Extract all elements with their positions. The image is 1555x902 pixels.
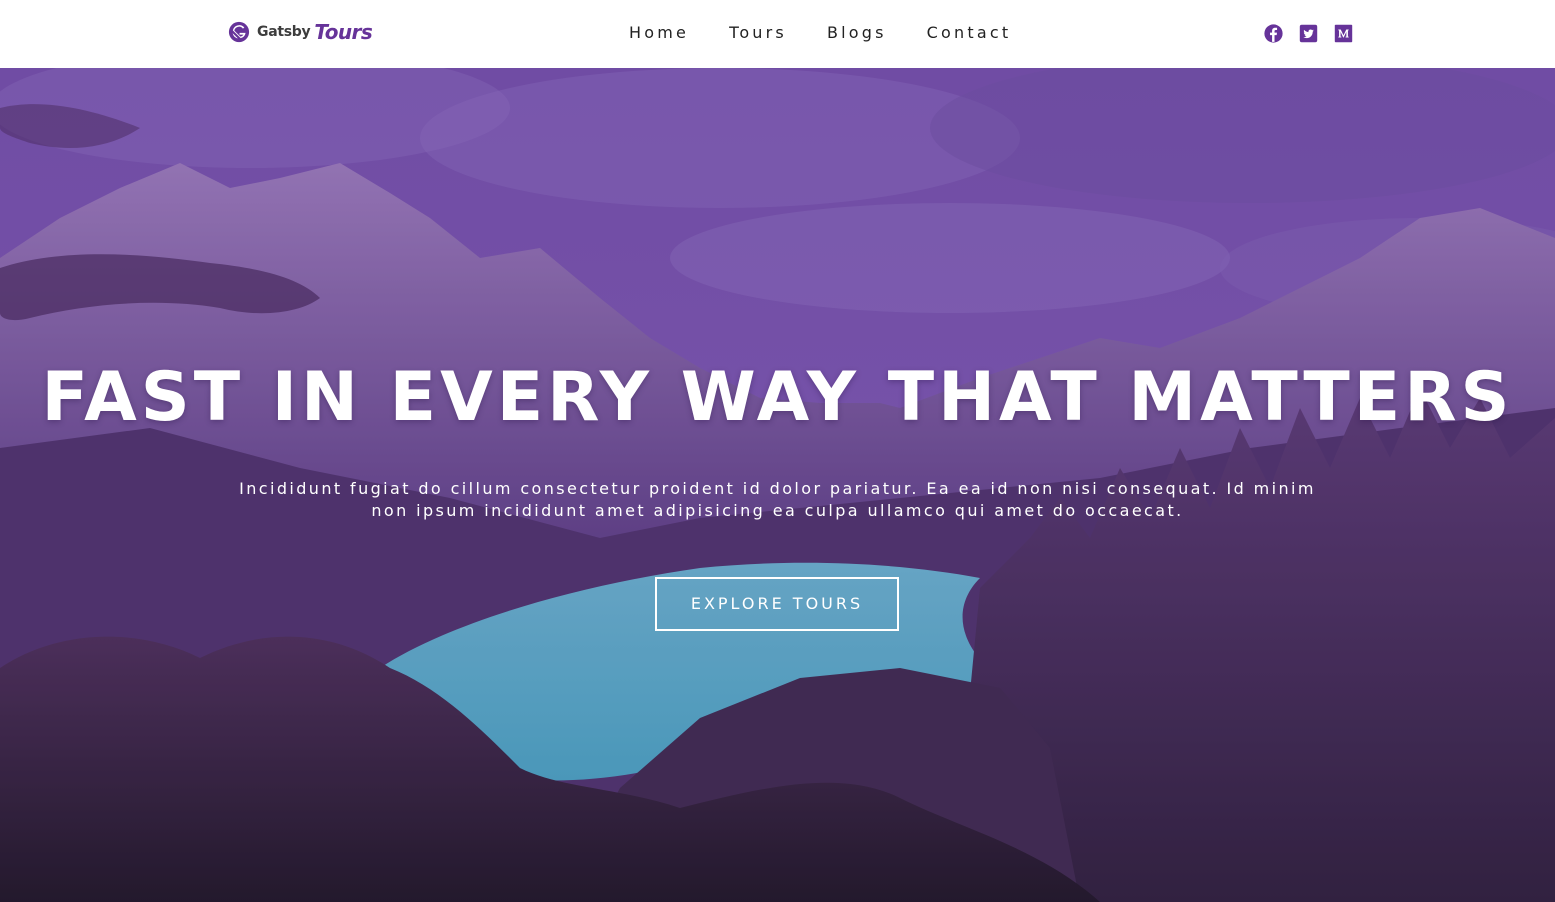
hero-section: FAST IN EVERY WAY THAT MATTERS Incididun… (0, 68, 1555, 902)
logo-brand-text: Gatsby (257, 24, 311, 40)
facebook-icon (1264, 24, 1283, 43)
hero-description: Incididunt fugiat do cillum consectetur … (239, 479, 1316, 520)
nav-item-contact: Contact (927, 22, 1012, 44)
nav-item-tours: Tours (729, 22, 787, 44)
nav-item-home: Home (629, 22, 689, 44)
logo-accent-text: Tours (314, 20, 373, 44)
nav-link-home[interactable]: Home (629, 23, 689, 42)
main-nav: Home Tours Blogs Contact (629, 22, 1011, 44)
medium-link[interactable] (1334, 24, 1353, 43)
gatsby-logo-icon (228, 21, 250, 43)
hero-title: FAST IN EVERY WAY THAT MATTERS (41, 358, 1514, 437)
explore-tours-button[interactable]: EXPLORE TOURS (655, 577, 899, 631)
twitter-link[interactable] (1299, 24, 1318, 43)
logo-link[interactable]: Gatsby Tours (228, 18, 373, 46)
nav-link-contact[interactable]: Contact (927, 23, 1012, 42)
nav-item-blogs: Blogs (827, 22, 887, 44)
navbar: Gatsby Tours Home Tours Blogs Contact (0, 0, 1555, 68)
hero-content: FAST IN EVERY WAY THAT MATTERS Incididun… (0, 68, 1555, 902)
facebook-link[interactable] (1264, 24, 1283, 43)
twitter-icon (1299, 24, 1318, 43)
social-links (1264, 24, 1353, 43)
nav-link-blogs[interactable]: Blogs (827, 23, 887, 42)
medium-icon (1334, 24, 1353, 43)
nav-link-tours[interactable]: Tours (729, 23, 787, 42)
